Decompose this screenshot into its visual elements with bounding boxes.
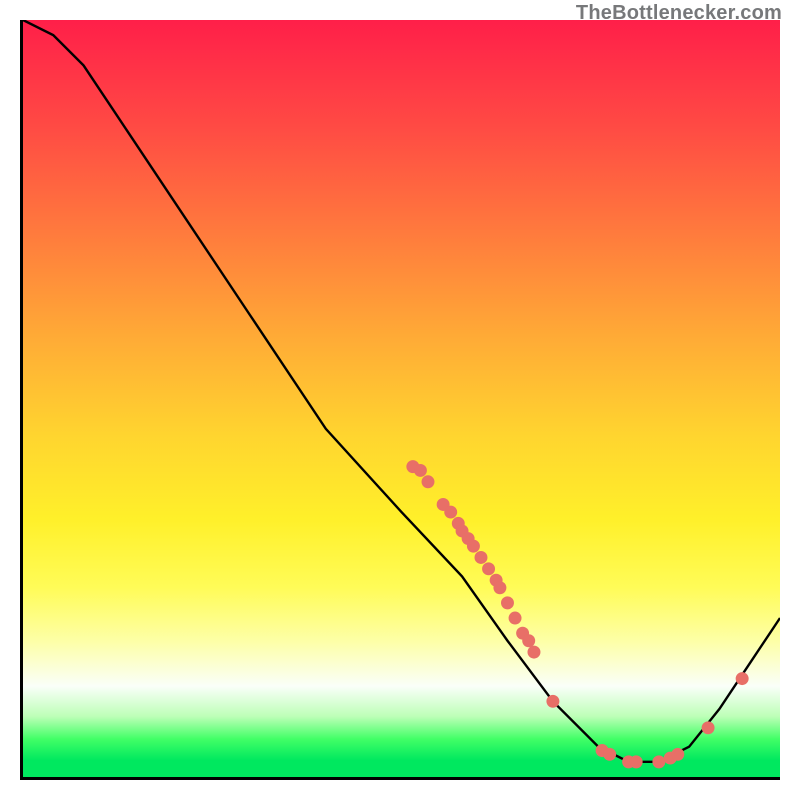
data-point	[671, 748, 684, 761]
data-point	[501, 596, 514, 609]
chart-svg	[23, 20, 780, 777]
data-point	[546, 695, 559, 708]
data-point	[414, 464, 427, 477]
data-point	[522, 634, 535, 647]
plot-area	[20, 20, 780, 780]
data-point	[603, 748, 616, 761]
data-point	[467, 540, 480, 553]
data-point	[444, 506, 457, 519]
data-point	[475, 551, 488, 564]
data-point	[736, 672, 749, 685]
data-point	[422, 475, 435, 488]
data-point	[528, 646, 541, 659]
data-point	[630, 755, 643, 768]
data-point	[493, 581, 506, 594]
data-point	[509, 612, 522, 625]
data-points-group	[406, 460, 748, 768]
data-point	[652, 755, 665, 768]
data-point	[702, 721, 715, 734]
data-point	[482, 562, 495, 575]
chart-container: TheBottlenecker.com	[0, 0, 800, 800]
bottleneck-curve	[23, 20, 780, 762]
